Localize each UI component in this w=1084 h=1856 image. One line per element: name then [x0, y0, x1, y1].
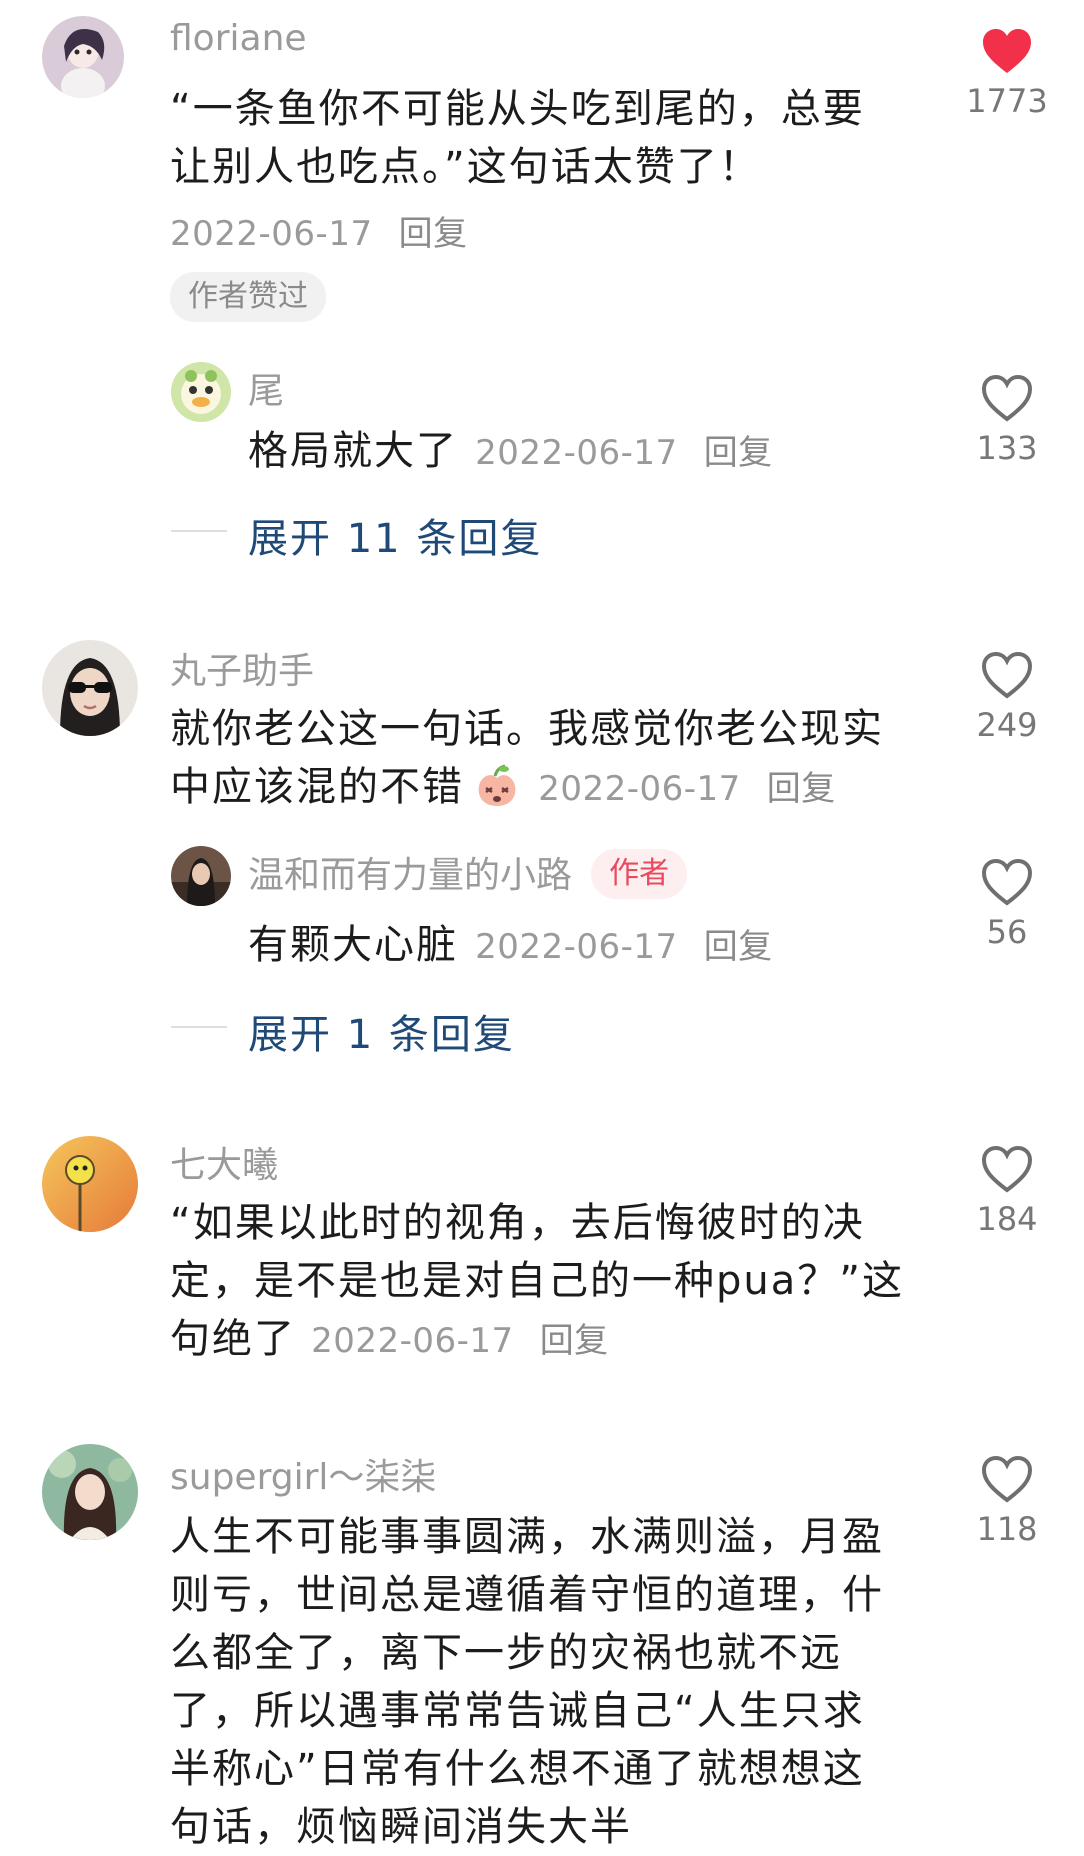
reply-date: 2022-06-17	[475, 927, 678, 967]
comment-text-last-line: 句绝了 2022-06-17 回复	[170, 1310, 904, 1368]
comment-text-line: 定，是不是也是对自己的一种pua？”这	[170, 1258, 904, 1304]
avatar[interactable]	[42, 1444, 138, 1540]
reply-avatar[interactable]	[171, 362, 231, 422]
avatar-image	[42, 1136, 138, 1232]
comment-text-line: 句话，烦恼瞬间消失大半	[170, 1804, 632, 1850]
reply-avatar[interactable]	[171, 846, 231, 906]
comment-username[interactable]: 七大曦	[170, 1136, 278, 1188]
like-count: 118	[976, 1510, 1038, 1548]
like-button[interactable]: 249	[947, 650, 1067, 744]
comment-text-line: 则亏，世间总是遵循着守恒的道理，什	[170, 1572, 884, 1618]
comment-text-line: 么都全了，离下一步的灾祸也就不远	[170, 1630, 842, 1676]
peach-emoji-icon	[478, 764, 516, 806]
reply-username[interactable]: 尾	[248, 362, 284, 414]
comment-username[interactable]: supergirl～柒柒	[170, 1448, 436, 1500]
like-count: 184	[976, 1200, 1038, 1238]
comment-text-tail: 中应该混的不错	[170, 764, 464, 810]
reply-text: 格局就大了	[248, 428, 458, 474]
avatar[interactable]	[42, 16, 124, 98]
avatar-image	[171, 362, 231, 422]
comment-text: “如果以此时的视角，去后悔彼时的决 定，是不是也是对自己的一种pua？”这 句绝…	[170, 1194, 904, 1368]
comment-text-line: 让别人也吃点。”这句话太赞了！	[170, 144, 761, 190]
comment-date: 2022-06-17	[538, 769, 741, 809]
reply-button[interactable]: 回复	[767, 769, 836, 809]
avatar[interactable]	[42, 1136, 138, 1232]
avatar-image	[42, 16, 124, 98]
comment-date: 2022-06-17	[311, 1321, 514, 1361]
reply-header: 温和而有力量的小路 作者	[248, 846, 688, 899]
comment-text: 人生不可能事事圆满，水满则溢，月盈 则亏，世间总是遵循着守恒的道理，什 么都全了…	[170, 1508, 884, 1856]
reply-date: 2022-06-17	[475, 433, 678, 473]
avatar[interactable]	[42, 640, 138, 736]
comment-date: 2022-06-17	[170, 214, 373, 254]
comment-text-line: “一条鱼你不可能从头吃到尾的，总要	[170, 86, 865, 132]
comment-username[interactable]: 丸子助手	[170, 642, 314, 694]
heart-icon	[981, 374, 1033, 422]
heart-icon	[981, 1455, 1033, 1503]
comment-text: 就你老公这一句话。我感觉你老公现实 中应该混的不错 2022-06-17 回复	[170, 700, 884, 816]
comment-text-line: 人生不可能事事圆满，水满则溢，月盈	[170, 1514, 884, 1560]
like-count: 249	[976, 706, 1038, 744]
like-count: 56	[986, 913, 1028, 951]
comment-text-line: 就你老公这一句话。我感觉你老公现实	[170, 706, 884, 752]
author-tag: 作者	[591, 849, 688, 899]
comment-text-tail: 句绝了	[170, 1316, 296, 1362]
reply-button[interactable]: 回复	[399, 214, 468, 254]
comment-meta: 2022-06-17 回复	[170, 206, 468, 255]
like-count: 133	[976, 429, 1038, 467]
avatar-image	[42, 1444, 138, 1540]
avatar-image	[171, 846, 231, 906]
expand-divider	[171, 1026, 227, 1028]
like-button[interactable]: 56	[947, 857, 1067, 951]
heart-icon	[981, 858, 1033, 906]
comment-text-line: 了，所以遇事常常告诫自己“人生只求	[170, 1688, 865, 1734]
reply-button[interactable]: 回复	[704, 433, 773, 473]
reply-body: 格局就大了 2022-06-17 回复	[248, 418, 773, 476]
reply-button[interactable]: 回复	[704, 927, 773, 967]
comment-text-line: 半称心”日常有什么想不通了就想想这	[170, 1746, 865, 1792]
like-button[interactable]: 133	[947, 373, 1067, 467]
avatar-image	[42, 640, 138, 736]
reply-username[interactable]: 温和而有力量的小路	[248, 855, 572, 896]
comment-username[interactable]: floriane	[170, 18, 307, 59]
author-liked-badge: 作者赞过	[170, 272, 326, 322]
expand-replies-link[interactable]: 展开 1 条回复	[248, 1002, 515, 1060]
heart-icon	[981, 1145, 1033, 1193]
comment-text: “一条鱼你不可能从头吃到尾的，总要 让别人也吃点。”这句话太赞了！	[170, 80, 865, 196]
like-button[interactable]: 118	[947, 1454, 1067, 1548]
reply-button[interactable]: 回复	[540, 1321, 609, 1361]
expand-divider	[171, 530, 227, 532]
heart-icon	[981, 651, 1033, 699]
like-button[interactable]: 1773	[947, 26, 1067, 120]
comment-text-line: “如果以此时的视角，去后悔彼时的决	[170, 1200, 865, 1246]
like-count: 1773	[966, 82, 1048, 120]
expand-replies-link[interactable]: 展开 11 条回复	[248, 506, 542, 564]
reply-text: 有颗大心脏	[248, 922, 458, 968]
comment-text-last-line: 中应该混的不错 2022-06-17 回复	[170, 758, 884, 816]
like-button[interactable]: 184	[947, 1144, 1067, 1238]
heart-icon	[983, 29, 1031, 73]
reply-body: 有颗大心脏 2022-06-17 回复	[248, 912, 773, 970]
